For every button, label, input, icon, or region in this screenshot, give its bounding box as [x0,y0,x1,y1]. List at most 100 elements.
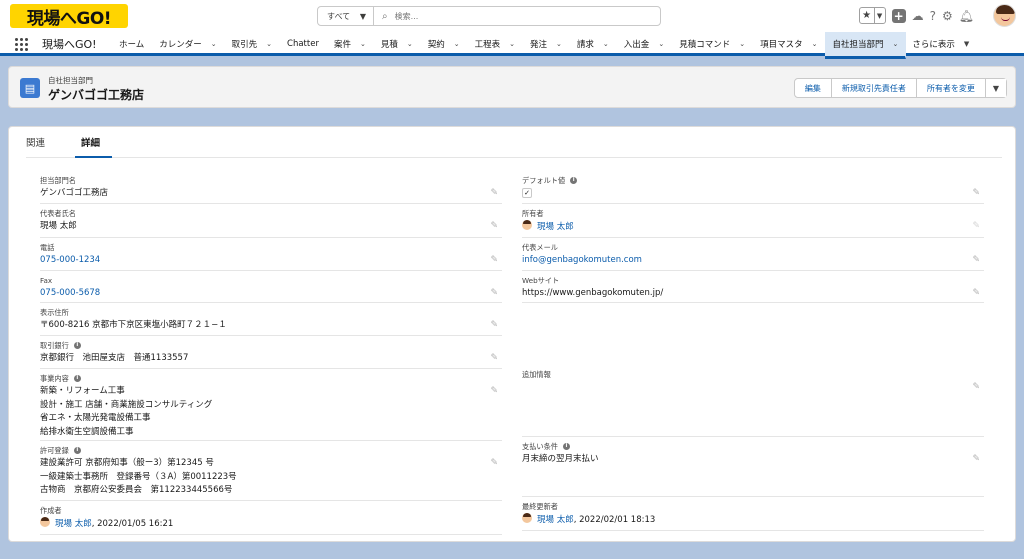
field-payment: 支払い条件 i 月末締の翌月末払い ✎ [522,441,984,497]
search-scope-select[interactable]: すべて ▼ [318,7,374,25]
app-launcher-icon[interactable] [15,38,28,51]
field-value: ゲンバゴゴ工務店 [40,188,109,198]
pencil-icon[interactable]: ✎ [972,255,980,265]
nav-tab-2[interactable]: 取引先 ⌄ [225,32,280,56]
fax-link[interactable]: 075-000-5678 [40,287,502,301]
pencil-icon[interactable]: ✎ [972,221,980,231]
field-label: 所有者 [522,209,544,218]
pencil-icon[interactable]: ✎ [490,386,498,396]
tab-details[interactable]: 詳細 [75,127,113,158]
change-owner-button[interactable]: 所有者を変更 [916,79,986,97]
star-icon[interactable]: ★ [860,8,875,23]
field-phone: 電話 075-000-1234 ✎ [40,242,502,271]
info-icon[interactable]: i [562,443,570,450]
chevron-down-icon[interactable]: ⌄ [266,40,272,48]
chevron-down-icon[interactable]: ⌄ [658,40,664,48]
pencil-icon[interactable]: ✎ [490,288,498,298]
nav-tab-10[interactable]: 入出金 ⌄ [617,32,672,56]
nav-tab-label: 契約 [427,40,445,50]
app-nav-bar: 現場へGO! ホーム カレンダー ⌄ 取引先 ⌄ Chatter 案件 ⌄ 見積 ⌄ 契約 ⌄ 工程表 ⌄… [0,32,1024,59]
nav-tab-8[interactable]: 発注 ⌄ [523,32,570,56]
nav-tab-6[interactable]: 契約 ⌄ [421,32,468,56]
global-add-icon[interactable]: + [891,8,906,23]
pencil-icon[interactable]: ✎ [972,454,980,464]
edit-button[interactable]: 編集 [794,79,832,97]
detail-column-left: 担当部門名 ゲンバゴゴ工務店 ✎ 代表者氏名 現場 太郎 ✎ 電話 075-00… [40,175,502,539]
pencil-icon[interactable]: ✎ [972,188,980,198]
nav-tab-12[interactable]: 項目マスタ ⌄ [753,32,825,56]
nav-tab-11[interactable]: 見積コマンド ⌄ [672,32,753,56]
field-value-line: 古物商 京都府公安委員会 第112233445566号 [40,485,233,495]
app-logo[interactable]: 現場へGO! [10,4,128,29]
info-icon[interactable]: i [570,177,578,184]
new-contact-button[interactable]: 新規取引先責任者 [831,79,917,97]
nav-tab-label: 請求 [576,40,594,50]
chevron-down-icon[interactable]: ⌄ [739,40,745,48]
record-type-icon: ▤ [20,78,40,98]
gear-icon[interactable]: ⚙ [942,9,953,23]
chevron-down-icon[interactable]: ⌄ [509,40,515,48]
pencil-icon[interactable]: ✎ [490,255,498,265]
chevron-down-icon[interactable]: ⌄ [603,40,609,48]
chevron-down-icon[interactable]: ⌄ [360,40,366,48]
nav-tab-4[interactable]: 案件 ⌄ [327,32,374,56]
pencil-icon[interactable]: ✎ [972,288,980,298]
info-icon[interactable]: i [73,375,81,382]
field-dept-name: 担当部門名 ゲンバゴゴ工務店 ✎ [40,175,502,204]
info-icon[interactable]: i [73,342,81,349]
field-label: 作成者 [40,506,62,515]
nav-tab-3[interactable]: Chatter [280,32,327,56]
pencil-icon[interactable]: ✎ [972,382,980,392]
chevron-down-icon[interactable]: ⌄ [892,40,898,48]
field-value-line: 給排水衛生空調設備工事 [40,426,134,437]
help-icon[interactable]: ? [930,9,936,23]
nav-more-button[interactable]: さらに表示 ▼ [906,32,977,56]
nav-tab-13[interactable]: 自社担当部門 ⌄ [825,32,907,59]
record-actions: 編集 新規取引先責任者 所有者を変更 ▼ [793,78,1007,98]
search-input[interactable]: 検索... [395,11,419,22]
chevron-down-icon[interactable]: ⌄ [812,40,818,48]
info-icon[interactable]: i [73,447,81,454]
field-value: 現場 太郎 [40,221,77,231]
nav-tab-7[interactable]: 工程表 ⌄ [468,32,523,56]
nav-tab-1[interactable]: カレンダー ⌄ [152,32,224,56]
record-type-label: 自社担当部門 [48,76,93,85]
nav-tab-label: 取引先 [231,40,258,50]
user-link[interactable]: 現場 太郎 [537,515,574,525]
pencil-icon[interactable]: ✎ [490,221,498,231]
pencil-icon[interactable]: ✎ [490,458,498,468]
chevron-down-icon[interactable]: ⌄ [407,40,413,48]
tab-related[interactable]: 関連 [26,127,55,157]
phone-link[interactable]: 075-000-1234 [40,254,502,268]
field-default: デフォルト値 i ✓ ✎ [522,175,984,204]
field-website: Webサイト https://www.genbagokomuten.jp/ ✎ [522,275,984,303]
field-bank: 取引銀行 i 京都銀行 池田屋支店 普通1133557 ✎ [40,340,502,369]
chevron-down-icon[interactable]: ⌄ [454,40,460,48]
field-value-line: 省エネ・太陽光発電設備工事 [40,413,151,423]
more-actions-chevron-icon[interactable]: ▼ [985,79,1006,97]
nav-tab-0[interactable]: ホーム [112,32,152,56]
favorites-list-chevron-icon[interactable]: ▼ [875,8,885,23]
nav-tab-5[interactable]: 見積 ⌄ [374,32,421,56]
search-scope-label: すべて [327,11,351,21]
chevron-down-icon[interactable]: ⌄ [556,40,562,48]
pencil-icon[interactable]: ✎ [490,188,498,198]
nav-tab-label: 入出金 [623,40,650,50]
bell-icon[interactable]: 🔔︎ [959,9,974,23]
pencil-icon[interactable]: ✎ [490,353,498,363]
pencil-icon[interactable]: ✎ [490,320,498,330]
user-link[interactable]: 現場 太郎 [55,519,92,529]
field-label: 代表者氏名 [40,209,76,218]
field-address: 表示住所 〒600-8216 京都市下京区東塩小路町７２１−１ ✎ [40,307,502,336]
email-link[interactable]: info@genbagokomuten.com [522,254,984,268]
trailhead-icon[interactable]: ☁ [912,9,924,23]
field-value: 京都銀行 池田屋支店 普通1133557 [40,353,189,363]
owner-link[interactable]: 現場 太郎 [537,222,574,232]
nav-tab-9[interactable]: 請求 ⌄ [570,32,617,56]
field-modified-by: 最終更新者 現場 太郎, 2022/02/01 18:13 [522,501,984,531]
chevron-down-icon[interactable]: ⌄ [211,40,217,48]
field-fax: Fax 075-000-5678 ✎ [40,275,502,303]
user-avatar[interactable] [993,4,1016,27]
user-avatar [522,220,532,230]
global-search[interactable]: すべて ▼ ⌕ 検索... [317,6,661,26]
